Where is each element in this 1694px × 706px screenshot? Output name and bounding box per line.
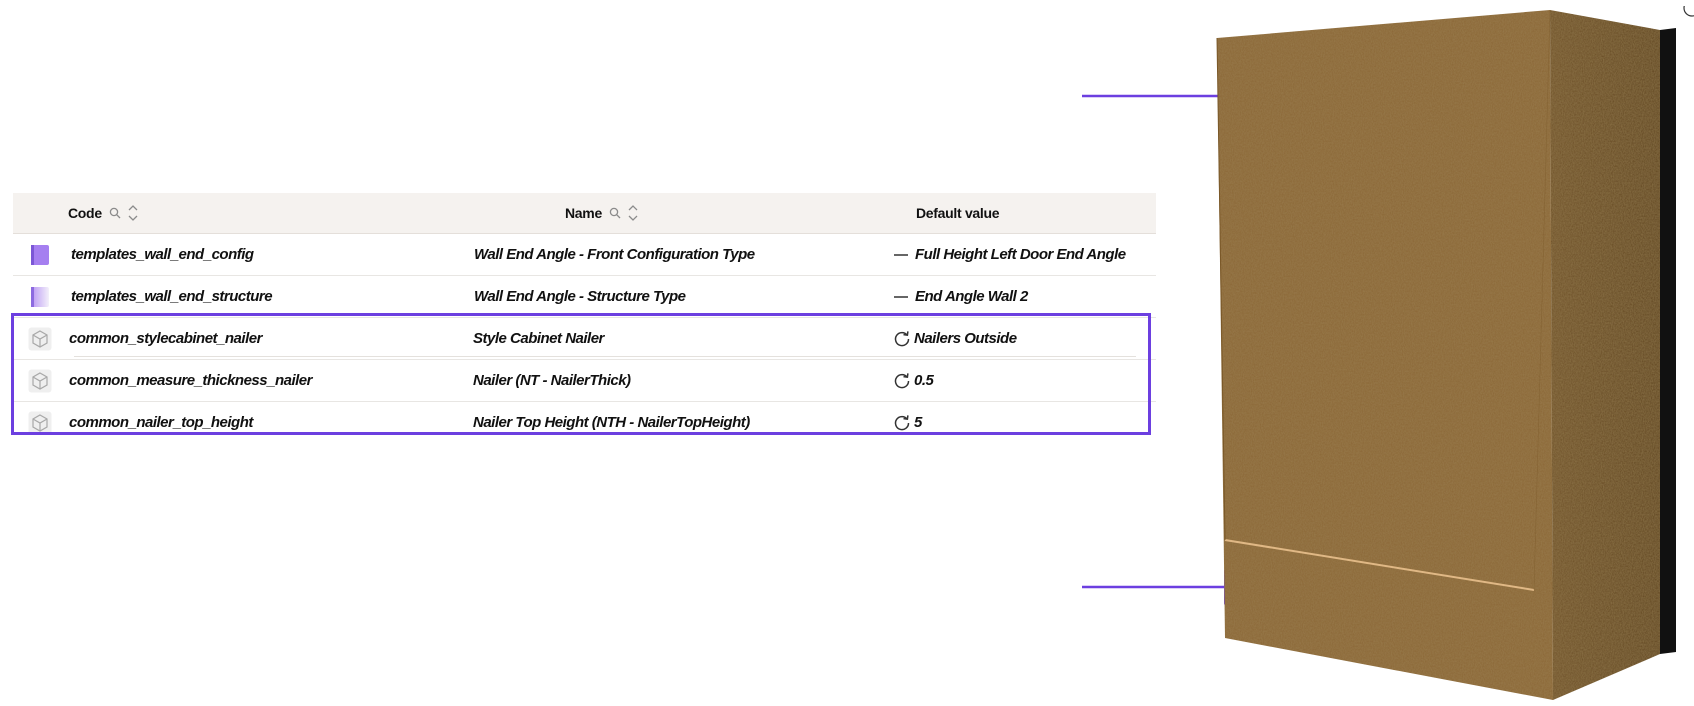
column-header-default-value-label: Default value bbox=[916, 205, 1000, 221]
row-code: common_nailer_top_height bbox=[69, 414, 253, 431]
reset-icon[interactable] bbox=[893, 402, 911, 443]
cube-icon bbox=[27, 368, 53, 394]
sort-icon[interactable] bbox=[127, 203, 139, 223]
column-header-default-value: Default value bbox=[916, 193, 1000, 233]
cabinet-3d-preview[interactable] bbox=[1208, 6, 1694, 706]
column-header-code[interactable]: Code bbox=[68, 193, 139, 233]
row-default-value[interactable]: 0.5 bbox=[914, 360, 934, 401]
row-code: templates_wall_end_structure bbox=[71, 288, 273, 305]
column-header-code-label: Code bbox=[68, 205, 102, 221]
row-name: Style Cabinet Nailer bbox=[473, 330, 604, 347]
search-icon[interactable] bbox=[109, 207, 121, 219]
sort-icon[interactable] bbox=[627, 203, 639, 223]
dash-icon bbox=[893, 234, 909, 275]
row-name: Nailer (NT - NailerThick) bbox=[473, 372, 631, 389]
search-icon[interactable] bbox=[609, 207, 621, 219]
cube-icon bbox=[27, 326, 53, 352]
row-default-value[interactable]: End Angle Wall 2 bbox=[915, 276, 1028, 317]
purple-gradient-swatch-icon bbox=[27, 284, 53, 310]
row-name: Nailer Top Height (NTH - NailerTopHeight… bbox=[473, 414, 750, 431]
reset-icon[interactable] bbox=[893, 318, 911, 359]
column-header-name-label: Name bbox=[565, 205, 602, 221]
column-header-name[interactable]: Name bbox=[565, 193, 639, 233]
row-code: templates_wall_end_config bbox=[71, 246, 254, 263]
cube-icon bbox=[27, 410, 53, 436]
table-row[interactable]: common_nailer_top_height Nailer Top Heig… bbox=[13, 402, 1156, 443]
table-row[interactable]: common_stylecabinet_nailer Style Cabinet… bbox=[13, 318, 1156, 360]
table-row[interactable]: common_measure_thickness_nailer Nailer (… bbox=[13, 360, 1156, 402]
purple-swatch-icon bbox=[27, 242, 53, 268]
table-header: Code Name Default value bbox=[13, 193, 1156, 234]
comment-icon bbox=[1683, 6, 1694, 17]
row-code: common_stylecabinet_nailer bbox=[69, 330, 262, 347]
row-name: Wall End Angle - Structure Type bbox=[474, 288, 686, 305]
row-default-value[interactable]: 5 bbox=[914, 402, 922, 443]
row-default-value[interactable]: Nailers Outside bbox=[914, 318, 1017, 359]
row-code: common_measure_thickness_nailer bbox=[69, 372, 312, 389]
row-default-value[interactable]: Full Height Left Door End Angle bbox=[915, 234, 1126, 275]
parameters-table: Code Name Default value templates_wall_e bbox=[13, 193, 1156, 443]
reset-icon[interactable] bbox=[893, 360, 911, 401]
table-row[interactable]: templates_wall_end_structure Wall End An… bbox=[13, 276, 1156, 318]
dash-icon bbox=[893, 276, 909, 317]
table-row[interactable]: templates_wall_end_config Wall End Angle… bbox=[13, 234, 1156, 276]
row-name: Wall End Angle - Front Configuration Typ… bbox=[474, 246, 755, 263]
